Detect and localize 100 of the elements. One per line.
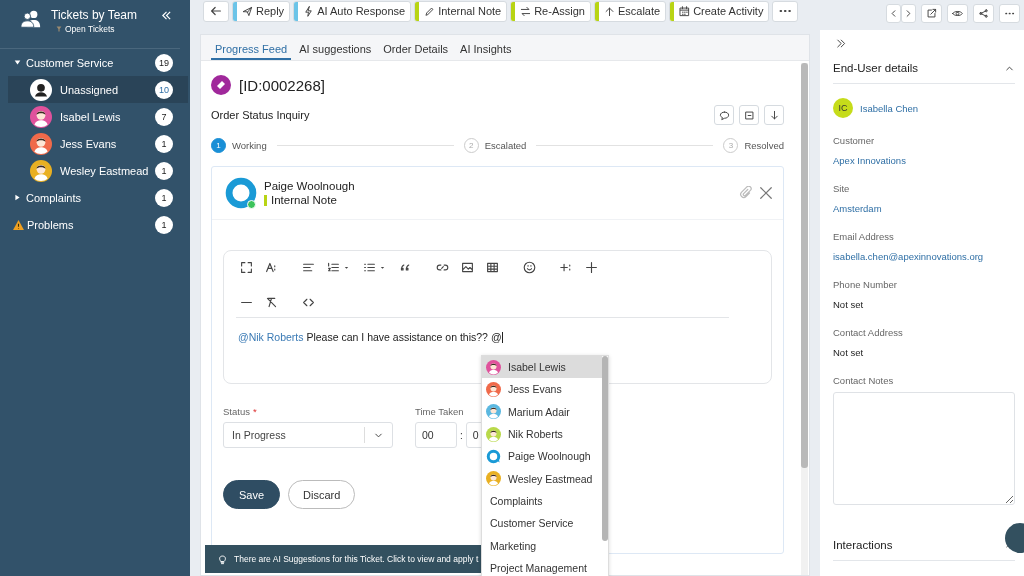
speech-bubble-icon [718,109,730,121]
field-label: Phone Number [833,279,898,290]
comment-button[interactable] [714,105,734,125]
field-value: Not set [833,299,865,310]
collapse-button[interactable] [739,105,759,125]
step-label: Escalated [484,140,527,151]
emoji-icon[interactable] [523,261,536,274]
team-icon [20,9,42,29]
toast-message: There are AI Suggestions for this Ticket. Click to view and apply t [234,554,479,564]
field-label: Email Address [833,231,895,242]
field-label: Status [223,406,250,417]
mention-option[interactable]: Marium Adair [482,400,602,423]
sidebar-item[interactable]: Complaints 1 [0,184,188,211]
count-badge: 19 [155,53,173,72]
save-button[interactable]: Save [223,480,280,509]
tab[interactable]: Progress Feed [211,43,292,60]
preview-button[interactable] [947,3,968,23]
field-link[interactable]: Amsterdam [833,203,1015,214]
discard-button[interactable]: Discard [288,480,356,509]
action-button[interactable]: AI Auto Response [293,0,412,22]
action-button[interactable]: Reply [232,0,291,22]
action-button[interactable]: Escalate [593,0,667,22]
step-label: Resolved [744,140,784,151]
note-type: Internal Note [264,195,739,206]
warning-icon [13,219,24,230]
notes-field[interactable] [833,392,1015,505]
note-text: @Nik Roberts Please can I have assistance on this?? @ [238,331,504,343]
field-label: Customer [833,135,876,146]
mention-option[interactable]: Customer Service [482,512,602,535]
user-name-link[interactable]: Isabella Chen [860,102,919,114]
align-icon[interactable] [302,261,315,274]
plus-icon[interactable] [585,261,598,274]
quote-icon[interactable] [399,261,412,274]
clear-format-icon[interactable] [265,296,278,309]
count-badge: 1 [155,161,173,180]
sidebar-item[interactable]: Problems 1 [0,211,188,238]
scrollbar-thumb[interactable] [602,356,608,541]
scrollbar-thumb[interactable] [801,63,808,468]
mention-option[interactable]: Wesley Eastmead [482,467,602,490]
panel-title: Tickets by Team [51,8,139,22]
section-title: Interactions [833,539,893,551]
mention-option[interactable]: Isabel Lewis [482,356,602,379]
field-link[interactable]: isabella.chen@apexinnovations.org [833,251,1015,262]
count-badge: 7 [155,107,173,126]
user-avatar: IC [833,98,853,118]
link-icon[interactable] [436,261,449,274]
action-button[interactable]: Re-Assign [510,0,591,22]
back-button[interactable] [203,0,229,22]
image-icon[interactable] [461,261,474,274]
arrow-down-icon [768,109,780,121]
share-button[interactable] [973,3,994,23]
swap-arrows-icon [520,5,532,17]
arrow-left-icon [209,4,223,18]
close-icon[interactable] [759,186,773,200]
mention-option[interactable]: Nik Roberts [482,422,602,446]
sidebar-item[interactable]: Jess Evans 1 [8,130,188,157]
sidebar-item[interactable]: Isabel Lewis 7 [8,103,188,130]
count-badge: 10 [155,80,173,99]
download-button[interactable] [764,105,784,125]
field-link[interactable]: Apex Innovations [833,155,1015,166]
table-icon[interactable] [486,261,499,274]
time-separator: : [460,429,463,441]
action-button[interactable]: Create Activity [669,0,770,22]
collapse-icon[interactable] [161,10,172,21]
field-label: Time Taken [415,406,465,417]
sidebar-item[interactable]: Wesley Eastmead 1 [8,157,188,184]
field-value: Not set [833,347,865,358]
code-view-icon[interactable] [302,296,315,309]
author-name: Paige Woolnough [264,180,356,192]
tab[interactable]: AI suggestions [295,43,376,60]
step-label: Working [232,140,267,151]
expand-icon[interactable] [14,194,21,201]
mention-option[interactable]: Paige Woolnough [482,445,602,468]
external-link-icon [926,7,937,19]
insert-icon[interactable] [560,261,573,274]
required-mark: * [252,406,257,417]
tab[interactable]: Order Details [379,43,453,60]
tab[interactable]: AI Insights [456,43,516,60]
mention-option[interactable]: Complaints [482,489,602,513]
mention-link[interactable]: @Nik Roberts [238,331,304,343]
arrow-up-icon [603,5,615,17]
view-subtitle: Open Tickets [65,24,115,34]
numbered-list-icon[interactable] [327,261,340,274]
status-select[interactable]: In Progress [223,422,393,448]
chat-logo-icon [224,176,258,210]
bullet-list-icon[interactable] [363,261,376,274]
field-label: Site [833,183,851,194]
font-size-icon[interactable] [265,261,278,274]
pencil-icon [424,5,436,17]
expand-panel-icon[interactable] [835,38,846,49]
lightbulb-icon [217,553,228,565]
sidebar-item[interactable]: Customer Service 19 [0,49,188,76]
ticket-subject: Order Status Inquiry [211,109,311,121]
count-badge: 1 [155,215,173,234]
fullscreen-icon[interactable] [240,261,253,274]
hours-field[interactable]: 00 [415,422,457,448]
expand-icon[interactable] [14,59,21,66]
action-button[interactable]: Internal Note [414,0,508,22]
open-external-button[interactable] [921,3,942,23]
sidebar-item[interactable]: Unassigned 10 [8,76,188,103]
